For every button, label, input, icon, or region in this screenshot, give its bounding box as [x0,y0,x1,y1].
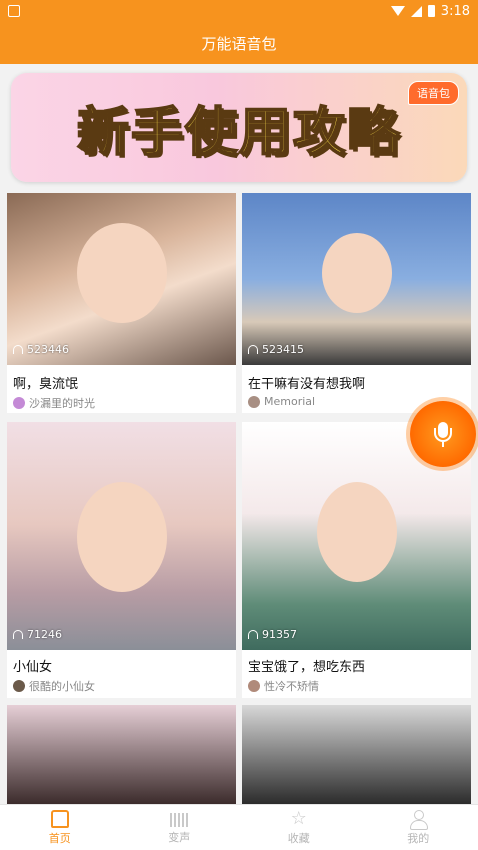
headphone-icon [13,345,23,354]
card-image [7,705,236,805]
card-author: 很酷的小仙女 [13,678,95,694]
card-image [242,705,471,805]
nav-label: 变声 [168,830,191,844]
guide-banner[interactable]: 新手使用攻略 语音包 [11,73,467,182]
nav-item-voice-change[interactable]: 变声 [120,805,240,850]
card-image [7,193,236,365]
voice-card[interactable] [7,705,236,805]
microphone-icon [434,422,452,447]
headphone-icon [248,630,258,639]
avatar [248,395,260,408]
app-header: 万能语音包 [0,22,478,64]
play-count-value: 523446 [27,343,69,356]
card-title: 小仙女 [13,660,53,675]
nav-label: 收藏 [287,831,310,845]
card-title: 在干嘛有没有想我啊 [248,377,366,392]
author-name: 很酷的小仙女 [29,680,95,693]
page-title: 万能语音包 [201,34,277,53]
voice-card[interactable]: 523446 啊，臭流氓 沙漏里的时光 [7,193,236,413]
card-author: Memorial [248,395,315,408]
headphone-icon [13,630,23,639]
signal-icon [410,5,422,17]
nav-item-home[interactable]: 首页 [0,805,120,850]
avatar [248,680,260,692]
avatar [13,397,25,409]
play-count: 91357 [248,628,297,641]
play-count: 523415 [248,343,304,356]
home-icon [50,809,69,828]
nav-label: 我的 [407,831,430,845]
author-name: 沙漏里的时光 [29,397,95,410]
avatar [13,680,25,692]
voice-card[interactable] [242,705,471,805]
status-right: 3:18 [390,3,470,19]
wifi-icon [390,6,405,16]
status-bar: 3:18 [0,0,478,22]
card-image [7,422,236,650]
nav-item-favorites[interactable]: ☆ 收藏 [239,805,359,850]
card-author: 沙漏里的时光 [13,395,95,411]
voice-change-icon [170,812,189,827]
author-name: Memorial [264,395,316,408]
battery-icon [427,5,435,17]
headphone-icon [248,345,258,354]
star-icon: ☆ [290,807,307,829]
card-title: 宝宝饿了，想吃东西 [248,660,366,675]
play-count: 71246 [13,628,62,641]
card-author: 性冷不矫情 [248,678,319,694]
card-image [242,193,471,365]
banner-badge: 语音包 [408,81,459,105]
card-title: 啊，臭流氓 [13,377,79,392]
voice-card[interactable]: 523415 在干嘛有没有想我啊 Memorial [242,193,471,413]
play-count-value: 71246 [27,628,62,641]
play-count-value: 91357 [262,628,297,641]
record-button[interactable] [410,401,476,467]
banner-title: 新手使用攻略 [76,102,401,164]
status-time: 3:18 [440,3,470,19]
play-count: 523446 [13,343,69,356]
nav-label: 首页 [48,831,71,845]
author-name: 性冷不矫情 [264,680,319,693]
user-icon [409,809,429,830]
bottom-nav: 首页 变声 ☆ 收藏 我的 [0,804,478,850]
nav-item-profile[interactable]: 我的 [359,805,478,850]
play-count-value: 523415 [262,343,304,356]
notification-icon [8,5,20,17]
voice-card[interactable]: 71246 小仙女 很酷的小仙女 [7,422,236,698]
